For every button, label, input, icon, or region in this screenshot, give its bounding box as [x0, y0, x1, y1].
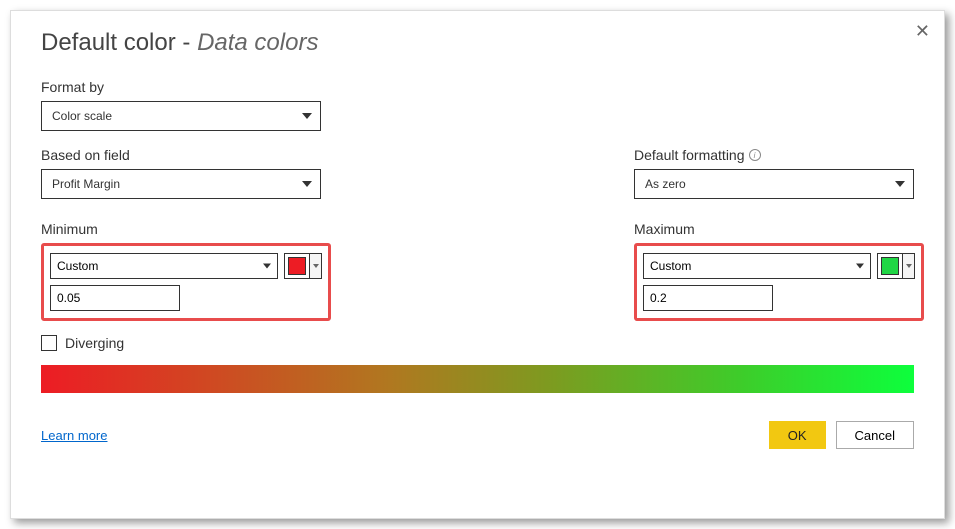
maximum-color-picker[interactable] [877, 253, 915, 279]
diverging-label: Diverging [65, 335, 124, 351]
chevron-down-icon [302, 181, 312, 187]
chevron-down-icon [263, 264, 271, 269]
close-icon[interactable]: ✕ [915, 21, 930, 42]
diverging-checkbox[interactable] [41, 335, 57, 351]
format-by-group: Format by Color scale [41, 79, 914, 131]
gradient-preview [41, 365, 914, 393]
format-by-label: Format by [41, 79, 914, 95]
color-swatch-green [881, 257, 899, 275]
title-main: Default color - [41, 29, 197, 56]
based-on-value: Profit Margin [52, 177, 120, 191]
diverging-row: Diverging [41, 335, 914, 351]
based-on-label: Based on field [41, 147, 321, 163]
minimum-highlight: Custom [41, 243, 331, 321]
maximum-label: Maximum [634, 221, 914, 237]
dialog-title: Default color - Data colors [41, 29, 914, 57]
chevron-down-icon [895, 181, 905, 187]
default-format-select[interactable]: As zero [634, 169, 914, 199]
title-sub: Data colors [197, 29, 318, 56]
chevron-down-icon [309, 254, 321, 278]
format-by-value: Color scale [52, 109, 112, 123]
chevron-down-icon [856, 264, 864, 269]
button-row: OK Cancel [769, 421, 914, 449]
chevron-down-icon [302, 113, 312, 119]
minimum-section: Minimum Custom [41, 221, 331, 321]
based-on-select[interactable]: Profit Margin [41, 169, 321, 199]
default-format-group: Default formatting i As zero [634, 147, 914, 199]
chevron-down-icon [902, 254, 914, 278]
cancel-button[interactable]: Cancel [836, 421, 914, 449]
maximum-section: Maximum Custom [634, 221, 914, 321]
default-format-value: As zero [645, 177, 686, 191]
minimum-label: Minimum [41, 221, 331, 237]
dialog-default-color: ✕ Default color - Data colors Format by … [10, 10, 945, 519]
learn-more-link[interactable]: Learn more [41, 428, 107, 443]
maximum-value-input[interactable] [643, 285, 773, 311]
minimum-mode-value: Custom [57, 259, 98, 273]
maximum-mode-value: Custom [650, 259, 691, 273]
minimum-color-picker[interactable] [284, 253, 322, 279]
color-swatch-red [288, 257, 306, 275]
based-on-group: Based on field Profit Margin [41, 147, 321, 199]
format-by-select[interactable]: Color scale [41, 101, 321, 131]
info-icon[interactable]: i [749, 149, 761, 161]
minimum-mode-select[interactable]: Custom [50, 253, 278, 279]
maximum-highlight: Custom [634, 243, 924, 321]
minimum-value-input[interactable] [50, 285, 180, 311]
default-format-label: Default formatting i [634, 147, 914, 163]
maximum-mode-select[interactable]: Custom [643, 253, 871, 279]
ok-button[interactable]: OK [769, 421, 826, 449]
dialog-footer: Learn more OK Cancel [41, 421, 914, 449]
